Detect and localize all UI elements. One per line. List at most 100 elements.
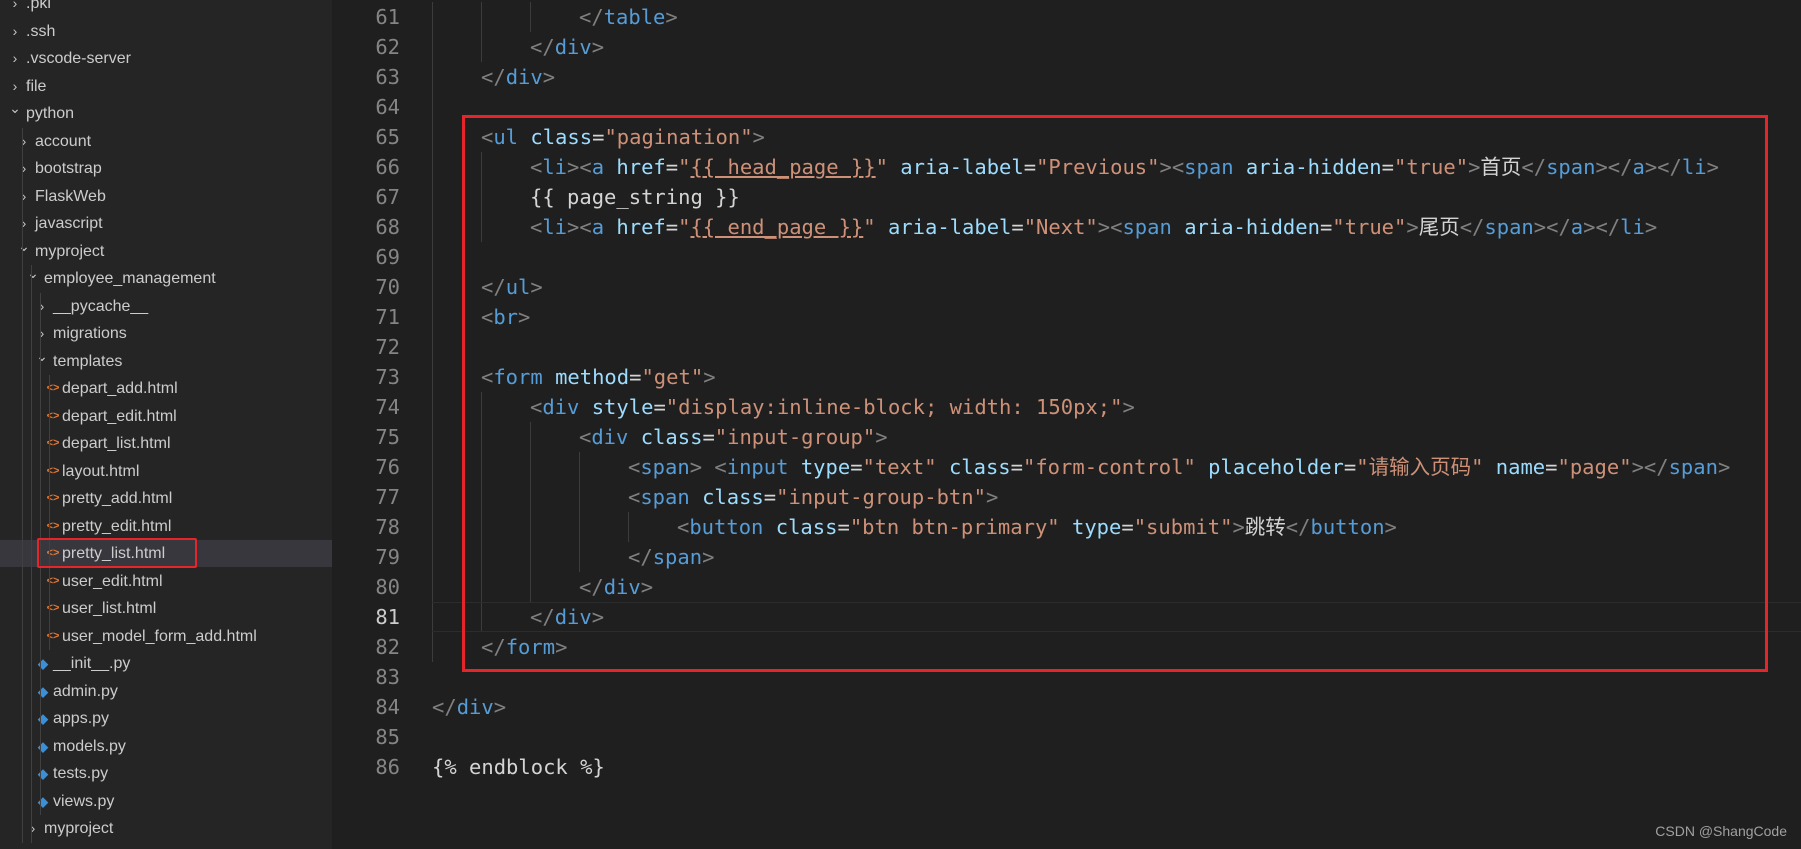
tree-folder[interactable]: › __pycache__	[0, 293, 332, 320]
html-file-icon: <>	[46, 409, 60, 422]
code-token: </	[432, 695, 457, 719]
tree-indent-guide	[22, 127, 23, 843]
tree-folder[interactable]: › .pki	[0, 0, 332, 17]
line-number: 70	[375, 275, 400, 299]
tree-file[interactable]: ◆ models.py	[0, 733, 332, 760]
code-line[interactable]: 84 </div>	[332, 692, 1801, 722]
line-number: 65	[375, 125, 400, 149]
tree-folder[interactable]: ⌄ templates	[0, 348, 332, 375]
chevron-down-icon[interactable]: ⌄	[35, 343, 49, 370]
python-file-icon: ◆	[38, 656, 48, 671]
code-token: </	[481, 65, 506, 89]
python-file-icon: ◆	[38, 683, 48, 699]
tree-file[interactable]: ◆ apps.py	[0, 705, 332, 732]
tree-item-label: .vscode-server	[26, 50, 131, 67]
tree-file[interactable]: ◆ tests.py	[0, 760, 332, 787]
python-file-icon: ◆	[38, 793, 48, 809]
code-line[interactable]: 85	[332, 722, 1801, 752]
tree-item-label: depart_edit.html	[62, 407, 177, 425]
chevron-right-icon[interactable]: ›	[17, 183, 31, 210]
tree-item-label: FlaskWeb	[35, 187, 106, 205]
chevron-right-icon[interactable]: ›	[26, 815, 40, 842]
tree-item-label: __pycache__	[53, 297, 149, 315]
tree-folder[interactable]: › migrations	[0, 320, 332, 347]
chevron-down-icon[interactable]: ⌄	[8, 95, 22, 122]
tree-file[interactable]: ◆ __init__.py	[0, 650, 332, 677]
tree-folder[interactable]: ⌄ python	[0, 100, 332, 127]
chevron-right-icon[interactable]: ›	[8, 45, 22, 72]
tree-item-label: admin.py	[53, 682, 118, 700]
tree-item-label: .pki	[26, 0, 51, 12]
line-number: 73	[375, 365, 400, 389]
tree-item-label: user_edit.html	[62, 572, 163, 590]
line-number: 74	[375, 395, 400, 419]
chevron-right-icon[interactable]: ›	[17, 128, 31, 155]
code-text: </div>	[530, 32, 604, 62]
line-number: 82	[375, 635, 400, 659]
html-file-icon: <>	[46, 382, 60, 394]
line-number: 80	[375, 575, 400, 599]
line-number: 68	[375, 215, 400, 239]
highlight-box-code	[462, 115, 1768, 672]
code-token: {% endblock %}	[432, 755, 605, 779]
tree-item-label: layout.html	[62, 462, 140, 480]
tree-file[interactable]: ◆ admin.py	[0, 678, 332, 705]
code-line[interactable]: 63 </div>	[332, 62, 1801, 92]
html-file-icon: <>	[46, 629, 60, 642]
code-line[interactable]: 61 </table>	[332, 2, 1801, 32]
tree-item-label: models.py	[53, 737, 126, 755]
tree-item-label: migrations	[53, 325, 127, 342]
python-file-icon: ◆	[38, 711, 48, 726]
python-file-icon: ◆	[38, 766, 48, 781]
html-file-icon: <>	[46, 519, 60, 532]
tree-folder[interactable]: › myproject	[0, 815, 332, 842]
code-token: div	[456, 695, 494, 719]
tree-folder[interactable]: › account	[0, 128, 332, 155]
code-token: >	[493, 695, 507, 719]
chevron-right-icon[interactable]: ›	[8, 0, 22, 17]
line-number: 62	[375, 35, 400, 59]
chevron-right-icon[interactable]: ›	[17, 155, 31, 182]
tree-item-label: employee_management	[44, 270, 216, 287]
chevron-down-icon[interactable]: ⌄	[26, 260, 40, 287]
line-number: 64	[375, 95, 400, 119]
tree-file[interactable]: ◆ views.py	[0, 788, 332, 815]
tree-folder[interactable]: ⌄ myproject	[0, 238, 332, 265]
tree-folder[interactable]: › .vscode-server	[0, 45, 332, 72]
line-number: 83	[375, 665, 400, 689]
tree-item-label: file	[26, 77, 47, 95]
tree-folder[interactable]: › .ssh	[0, 18, 332, 45]
code-token: >	[542, 65, 556, 89]
tree-item-label: pretty_edit.html	[62, 517, 172, 535]
html-file-icon: <>	[46, 602, 60, 614]
tree-item-label: tests.py	[53, 765, 109, 782]
code-text: </div>	[432, 692, 506, 722]
tree-item-label: myproject	[44, 820, 114, 837]
tree-item-label: pretty_add.html	[62, 490, 173, 507]
tree-item-label: .ssh	[26, 22, 56, 40]
tree-folder[interactable]: › bootstrap	[0, 155, 332, 182]
chevron-right-icon[interactable]: ›	[8, 18, 22, 45]
code-token: div	[554, 35, 592, 59]
tree-item-label: account	[35, 132, 92, 150]
tree-folder[interactable]: › file	[0, 73, 332, 100]
line-number: 61	[375, 5, 400, 29]
tree-item-label: user_list.html	[62, 600, 157, 617]
line-number: 75	[375, 425, 400, 449]
code-text: </div>	[481, 62, 555, 92]
tree-folder[interactable]: › javascript	[0, 210, 332, 237]
code-token: table	[603, 5, 666, 29]
tree-folder[interactable]: ⌄ employee_management	[0, 265, 332, 292]
line-number: 76	[375, 455, 400, 479]
chevron-down-icon[interactable]: ⌄	[17, 233, 31, 260]
code-line[interactable]: 86 {% endblock %}	[332, 752, 1801, 782]
tree-item-label: templates	[53, 352, 123, 370]
tree-item-label: apps.py	[53, 710, 110, 727]
line-number: 85	[375, 725, 400, 749]
chevron-right-icon[interactable]: ›	[35, 293, 49, 320]
tree-item-label: views.py	[53, 792, 115, 810]
line-number: 66	[375, 155, 400, 179]
tree-folder[interactable]: › FlaskWeb	[0, 183, 332, 210]
highlight-box-file	[37, 538, 197, 568]
code-line[interactable]: 62 </div>	[332, 32, 1801, 62]
